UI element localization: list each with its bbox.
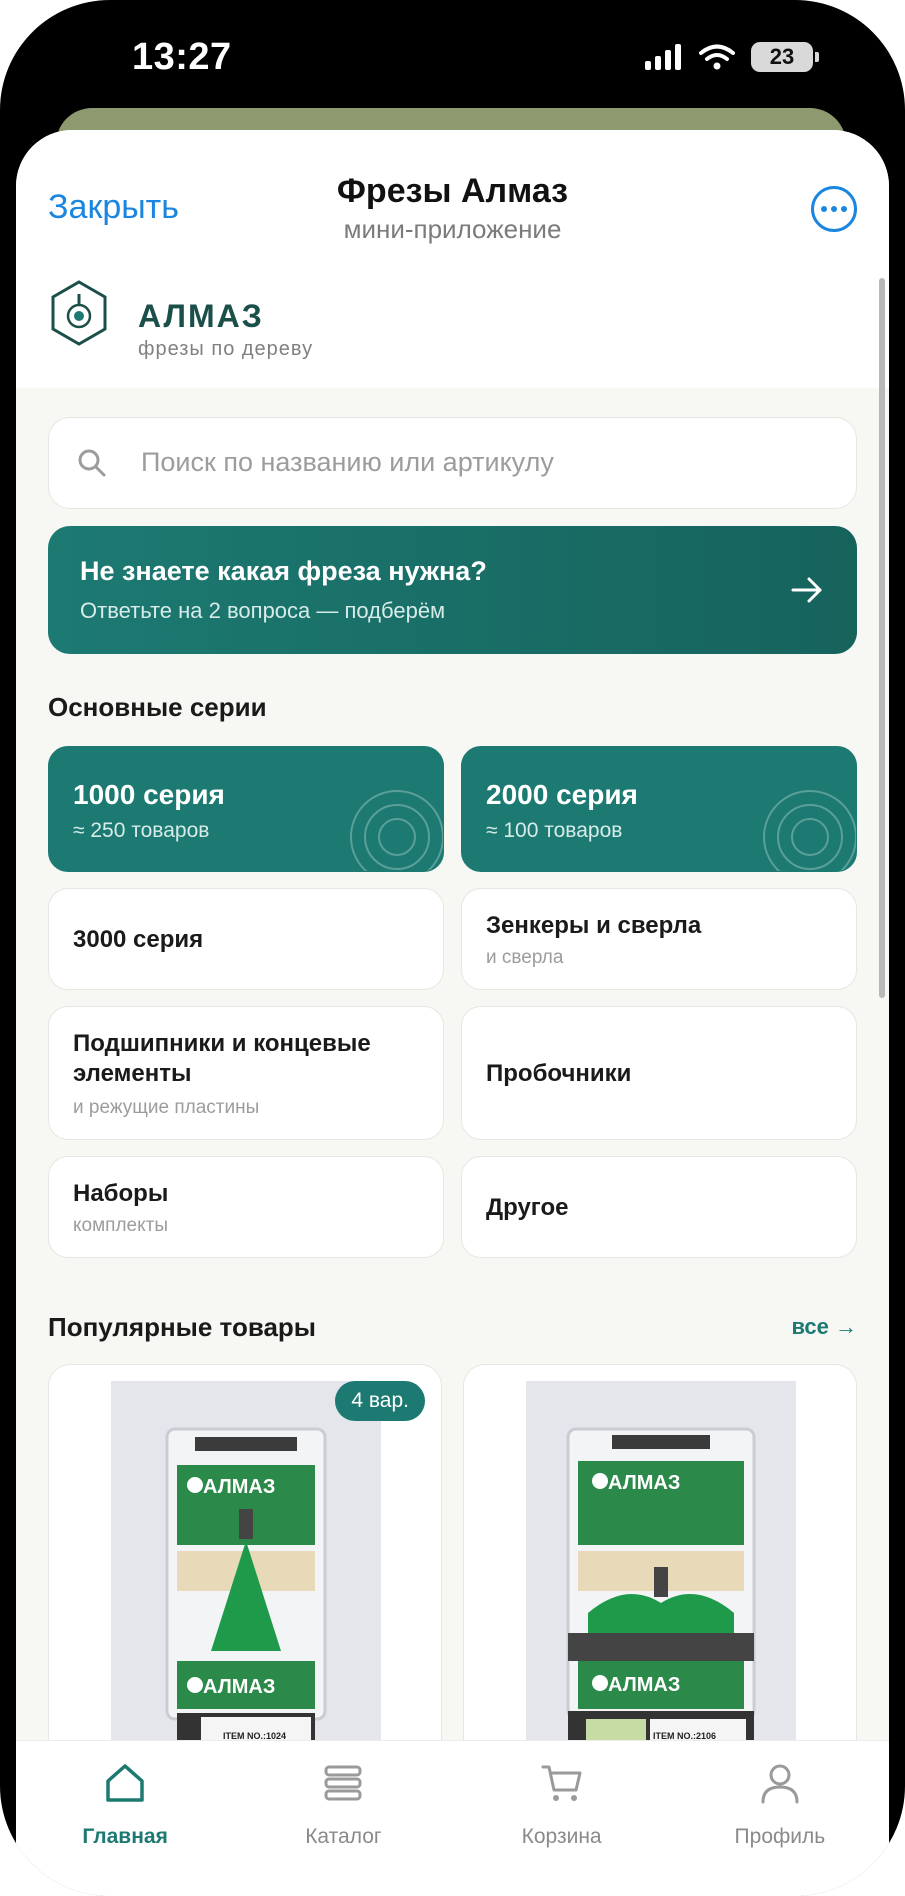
home-icon (106, 1764, 144, 1802)
series-tile-3000[interactable]: 3000 серия (48, 888, 444, 990)
product-finder-banner[interactable]: Не знаете какая фреза нужна? Ответьте на… (48, 526, 857, 654)
product-box-brand: АЛМАЗ (203, 1676, 275, 1698)
app-title: Фрезы Алмаз (336, 172, 569, 210)
wifi-icon (699, 44, 735, 70)
dot-icon (821, 206, 827, 212)
series-section-title: Основные серии (48, 692, 267, 722)
series-tile-title: Другое (486, 1194, 569, 1221)
scrollbar[interactable] (879, 278, 885, 998)
cellular-signal-icon (645, 44, 681, 70)
series-tile-subtitle: и сверла (486, 947, 564, 968)
catalog-icon (324, 1765, 362, 1801)
tab-home[interactable]: Главная (16, 1741, 234, 1896)
series-tile-plug-cutters[interactable]: Пробочники (461, 1006, 857, 1140)
series-tile-title: 3000 серия (73, 926, 204, 953)
series-tile-title: 2000 серия (486, 779, 638, 810)
product-box-brand: АЛМАЗ (608, 1674, 680, 1696)
series-tile-2000[interactable]: 2000 серия ≈ 100 товаров (461, 746, 857, 872)
phone-frame: 13:27 23 Закрыть Фрезы Алмаз мини-прилож… (0, 0, 905, 1896)
more-options-button[interactable] (811, 186, 857, 232)
search-icon (78, 449, 106, 477)
series-tile-subtitle: и режущие пластины (73, 1097, 260, 1118)
series-tile-1000[interactable]: 1000 серия ≈ 250 товаров (48, 746, 444, 872)
cart-icon (541, 1765, 582, 1801)
product-box-brand: АЛМАЗ (608, 1472, 680, 1494)
tab-catalog[interactable]: Каталог (234, 1741, 452, 1896)
tab-profile[interactable]: Профиль (671, 1741, 889, 1896)
product-card[interactable]: АЛМАЗ АЛМАЗ ITEM NO.:2106 (463, 1364, 857, 1764)
tab-label: Корзина (521, 1825, 602, 1848)
tab-cart[interactable]: Корзина (453, 1741, 671, 1896)
bottom-tab-bar: Главная Каталог Корзина Профиль (16, 1740, 889, 1896)
series-tile-title: Подшипники и концевые элементы (73, 1030, 371, 1087)
battery-indicator: 23 (751, 42, 819, 72)
product-card[interactable]: АЛМАЗ АЛМАЗ ITEM NO.:1024 4 вар. (48, 1364, 442, 1764)
arrow-right-icon (791, 577, 822, 603)
series-tile-title: Пробочники (486, 1060, 632, 1087)
tab-label: Каталог (305, 1825, 382, 1848)
app-subtitle: мини-приложение (343, 214, 562, 244)
dot-icon (831, 206, 837, 212)
brand-logo-icon (51, 280, 107, 346)
popular-section-title: Популярные товары (48, 1312, 317, 1342)
series-tile-count: ≈ 250 товаров (73, 819, 210, 842)
brand-tagline: фрезы по дереву (138, 338, 314, 360)
series-tile-sets[interactable]: Наборы комплекты (48, 1156, 444, 1258)
search-input[interactable] (141, 418, 831, 506)
series-tile-other[interactable]: Другое (461, 1156, 857, 1258)
profile-icon (761, 1764, 799, 1804)
variants-badge: 4 вар. (335, 1381, 425, 1421)
tab-label: Главная (82, 1825, 168, 1848)
search-bar[interactable] (48, 417, 857, 509)
sheet-header: Закрыть Фрезы Алмаз мини-приложение (16, 130, 889, 260)
series-tile-title: Наборы (73, 1180, 169, 1207)
series-tile-title: Зенкеры и сверла (486, 912, 702, 939)
promo-title: Не знаете какая фреза нужна? (80, 556, 487, 586)
status-icons: 23 (645, 42, 819, 72)
dot-icon (841, 206, 847, 212)
series-tile-subtitle: комплекты (73, 1215, 168, 1236)
status-bar: 13:27 23 (0, 0, 905, 120)
product-image: АЛМАЗ АЛМАЗ ITEM NO.:1024 (111, 1381, 381, 1763)
see-all-link[interactable]: все → (791, 1314, 857, 1340)
product-image: АЛМАЗ АЛМАЗ ITEM NO.:2106 (526, 1381, 796, 1763)
promo-subtitle: Ответьте на 2 вопроса — подберём (80, 598, 446, 623)
tab-label: Профиль (734, 1825, 826, 1848)
mini-app-sheet: Закрыть Фрезы Алмаз мини-приложение АЛМА… (16, 130, 889, 1896)
product-box-brand: АЛМАЗ (203, 1476, 275, 1498)
status-time: 13:27 (132, 36, 232, 78)
series-tile-countersinks[interactable]: Зенкеры и сверла и сверла (461, 888, 857, 990)
series-tile-count: ≈ 100 товаров (486, 819, 623, 842)
decorative-rings-icon (763, 790, 856, 871)
brand-name: АЛМАЗ (138, 298, 264, 334)
decorative-rings-icon (350, 790, 443, 871)
series-tile-bearings[interactable]: Подшипники и концевые элементы и режущие… (48, 1006, 444, 1140)
series-tile-title: 1000 серия (73, 779, 225, 810)
